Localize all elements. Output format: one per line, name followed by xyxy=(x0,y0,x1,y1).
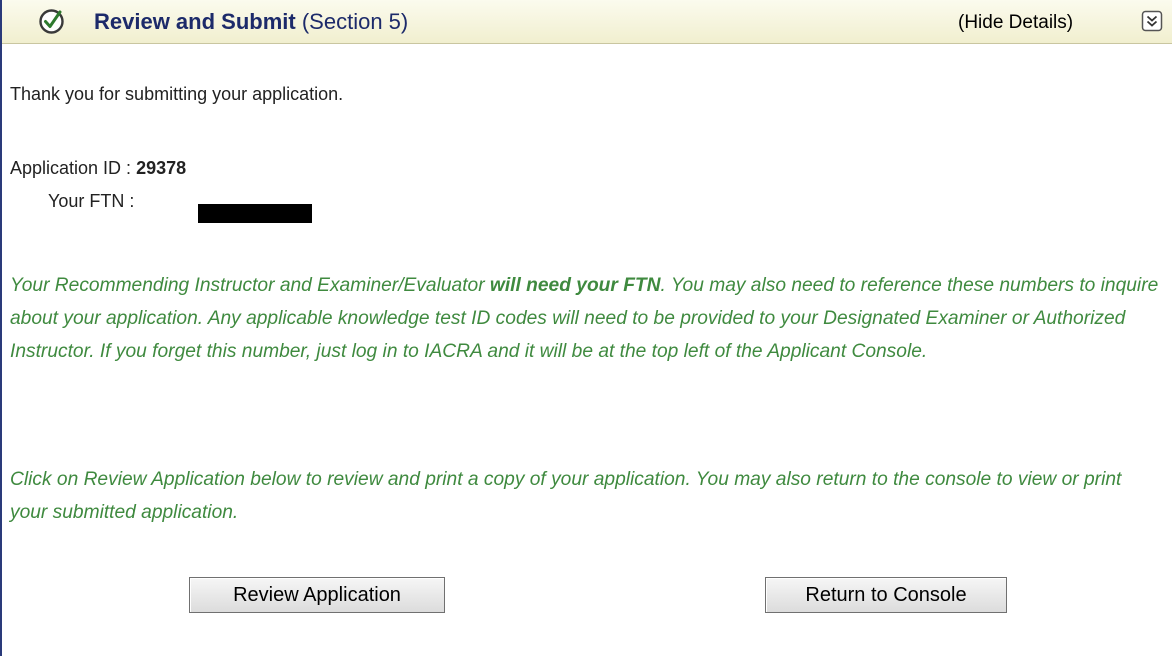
section-header: Review and Submit (Section 5) (Hide Deta… xyxy=(2,0,1172,44)
ftn-label: Your FTN : xyxy=(48,191,135,211)
ftn-instructions-emphasis: will need your FTN xyxy=(489,275,661,296)
review-submit-panel: Review and Submit (Section 5) (Hide Deta… xyxy=(0,0,1172,656)
review-instructions: Click on Review Application below to rev… xyxy=(10,469,1122,523)
thank-you-message: Thank you for submitting your applicatio… xyxy=(10,84,344,104)
application-id-value: 29378 xyxy=(136,158,187,178)
return-to-console-button[interactable]: Return to Console xyxy=(765,577,1007,613)
section-number: (Section 5) xyxy=(301,9,409,34)
application-id-label: Application ID : xyxy=(10,158,137,178)
ftn-redacted-value xyxy=(198,204,312,223)
application-id-row: Application ID : 29378 xyxy=(10,157,186,179)
ftn-instructions: Your Recommending Instructor and Examine… xyxy=(10,269,1160,368)
ftn-instructions-part1: Your Recommending Instructor and Examine… xyxy=(10,275,490,296)
check-circle-icon xyxy=(39,9,64,34)
collapse-chevron-icon[interactable] xyxy=(1141,10,1163,32)
section-title: Review and Submit (Section 5) xyxy=(94,9,408,35)
review-application-button[interactable]: Review Application xyxy=(189,577,445,613)
hide-details-link[interactable]: (Hide Details) xyxy=(958,12,1073,34)
section-title-main: Review and Submit xyxy=(94,9,296,34)
